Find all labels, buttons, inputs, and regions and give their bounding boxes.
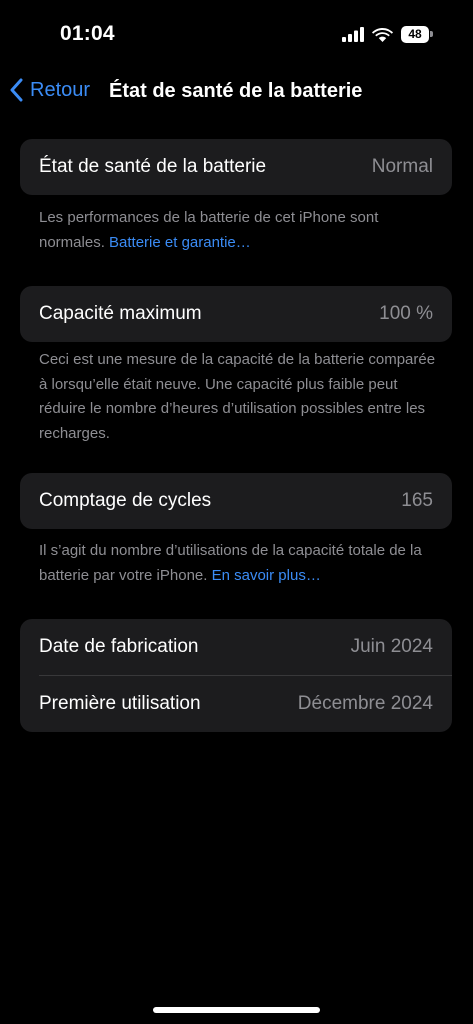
capacity-footnote-text: Ceci est une mesure de la capacité de la… bbox=[39, 351, 436, 442]
first-use-value: Décembre 2024 bbox=[297, 693, 433, 714]
cycles-label: Comptage de cycles bbox=[39, 490, 212, 511]
first-use-label: Première utilisation bbox=[39, 693, 201, 714]
back-button[interactable]: Retour bbox=[10, 78, 90, 102]
home-indicator[interactable] bbox=[153, 1007, 320, 1013]
cycles-footnote: Il s’agit du nombre d’utilisations de la… bbox=[39, 539, 439, 588]
status-icons: 48 bbox=[342, 25, 433, 43]
page-title: État de santé de la batterie bbox=[109, 80, 363, 102]
first-use-row: Première utilisation Décembre 2024 bbox=[20, 676, 452, 732]
manufacture-label: Date de fabrication bbox=[39, 636, 199, 657]
nav-bar: Retour État de santé de la batterie bbox=[0, 70, 473, 114]
health-footnote: Les performances de la batterie de cet i… bbox=[39, 206, 439, 255]
dates-card: Date de fabrication Juin 2024 Première u… bbox=[20, 619, 452, 732]
chevron-left-icon bbox=[10, 78, 23, 102]
cycles-row: Comptage de cycles 165 bbox=[20, 473, 452, 529]
capacity-row: Capacité maximum 100 % bbox=[20, 286, 452, 342]
health-card: État de santé de la batterie Normal bbox=[20, 139, 452, 195]
signal-icon bbox=[342, 26, 364, 42]
manufacture-value: Juin 2024 bbox=[350, 636, 433, 657]
back-label: Retour bbox=[30, 78, 91, 101]
status-bar: 01:04 48 bbox=[0, 0, 473, 70]
status-time: 01:04 bbox=[60, 22, 115, 45]
wifi-icon bbox=[372, 27, 393, 42]
battery-warranty-link[interactable]: Batterie et garantie… bbox=[109, 234, 251, 251]
cycles-card: Comptage de cycles 165 bbox=[20, 473, 452, 529]
capacity-card: Capacité maximum 100 % bbox=[20, 286, 452, 342]
health-label: État de santé de la batterie bbox=[39, 156, 267, 177]
capacity-label: Capacité maximum bbox=[39, 303, 202, 324]
battery-level: 48 bbox=[401, 25, 429, 43]
health-value: Normal bbox=[371, 156, 433, 177]
manufacture-row: Date de fabrication Juin 2024 bbox=[20, 619, 452, 675]
capacity-footnote: Ceci est une mesure de la capacité de la… bbox=[39, 348, 439, 446]
capacity-value: 100 % bbox=[379, 303, 433, 324]
battery-icon: 48 bbox=[401, 25, 433, 43]
battery-tip bbox=[430, 31, 433, 37]
cycles-value: 165 bbox=[401, 490, 433, 511]
learn-more-link[interactable]: En savoir plus… bbox=[212, 567, 321, 584]
health-row: État de santé de la batterie Normal bbox=[20, 139, 452, 195]
